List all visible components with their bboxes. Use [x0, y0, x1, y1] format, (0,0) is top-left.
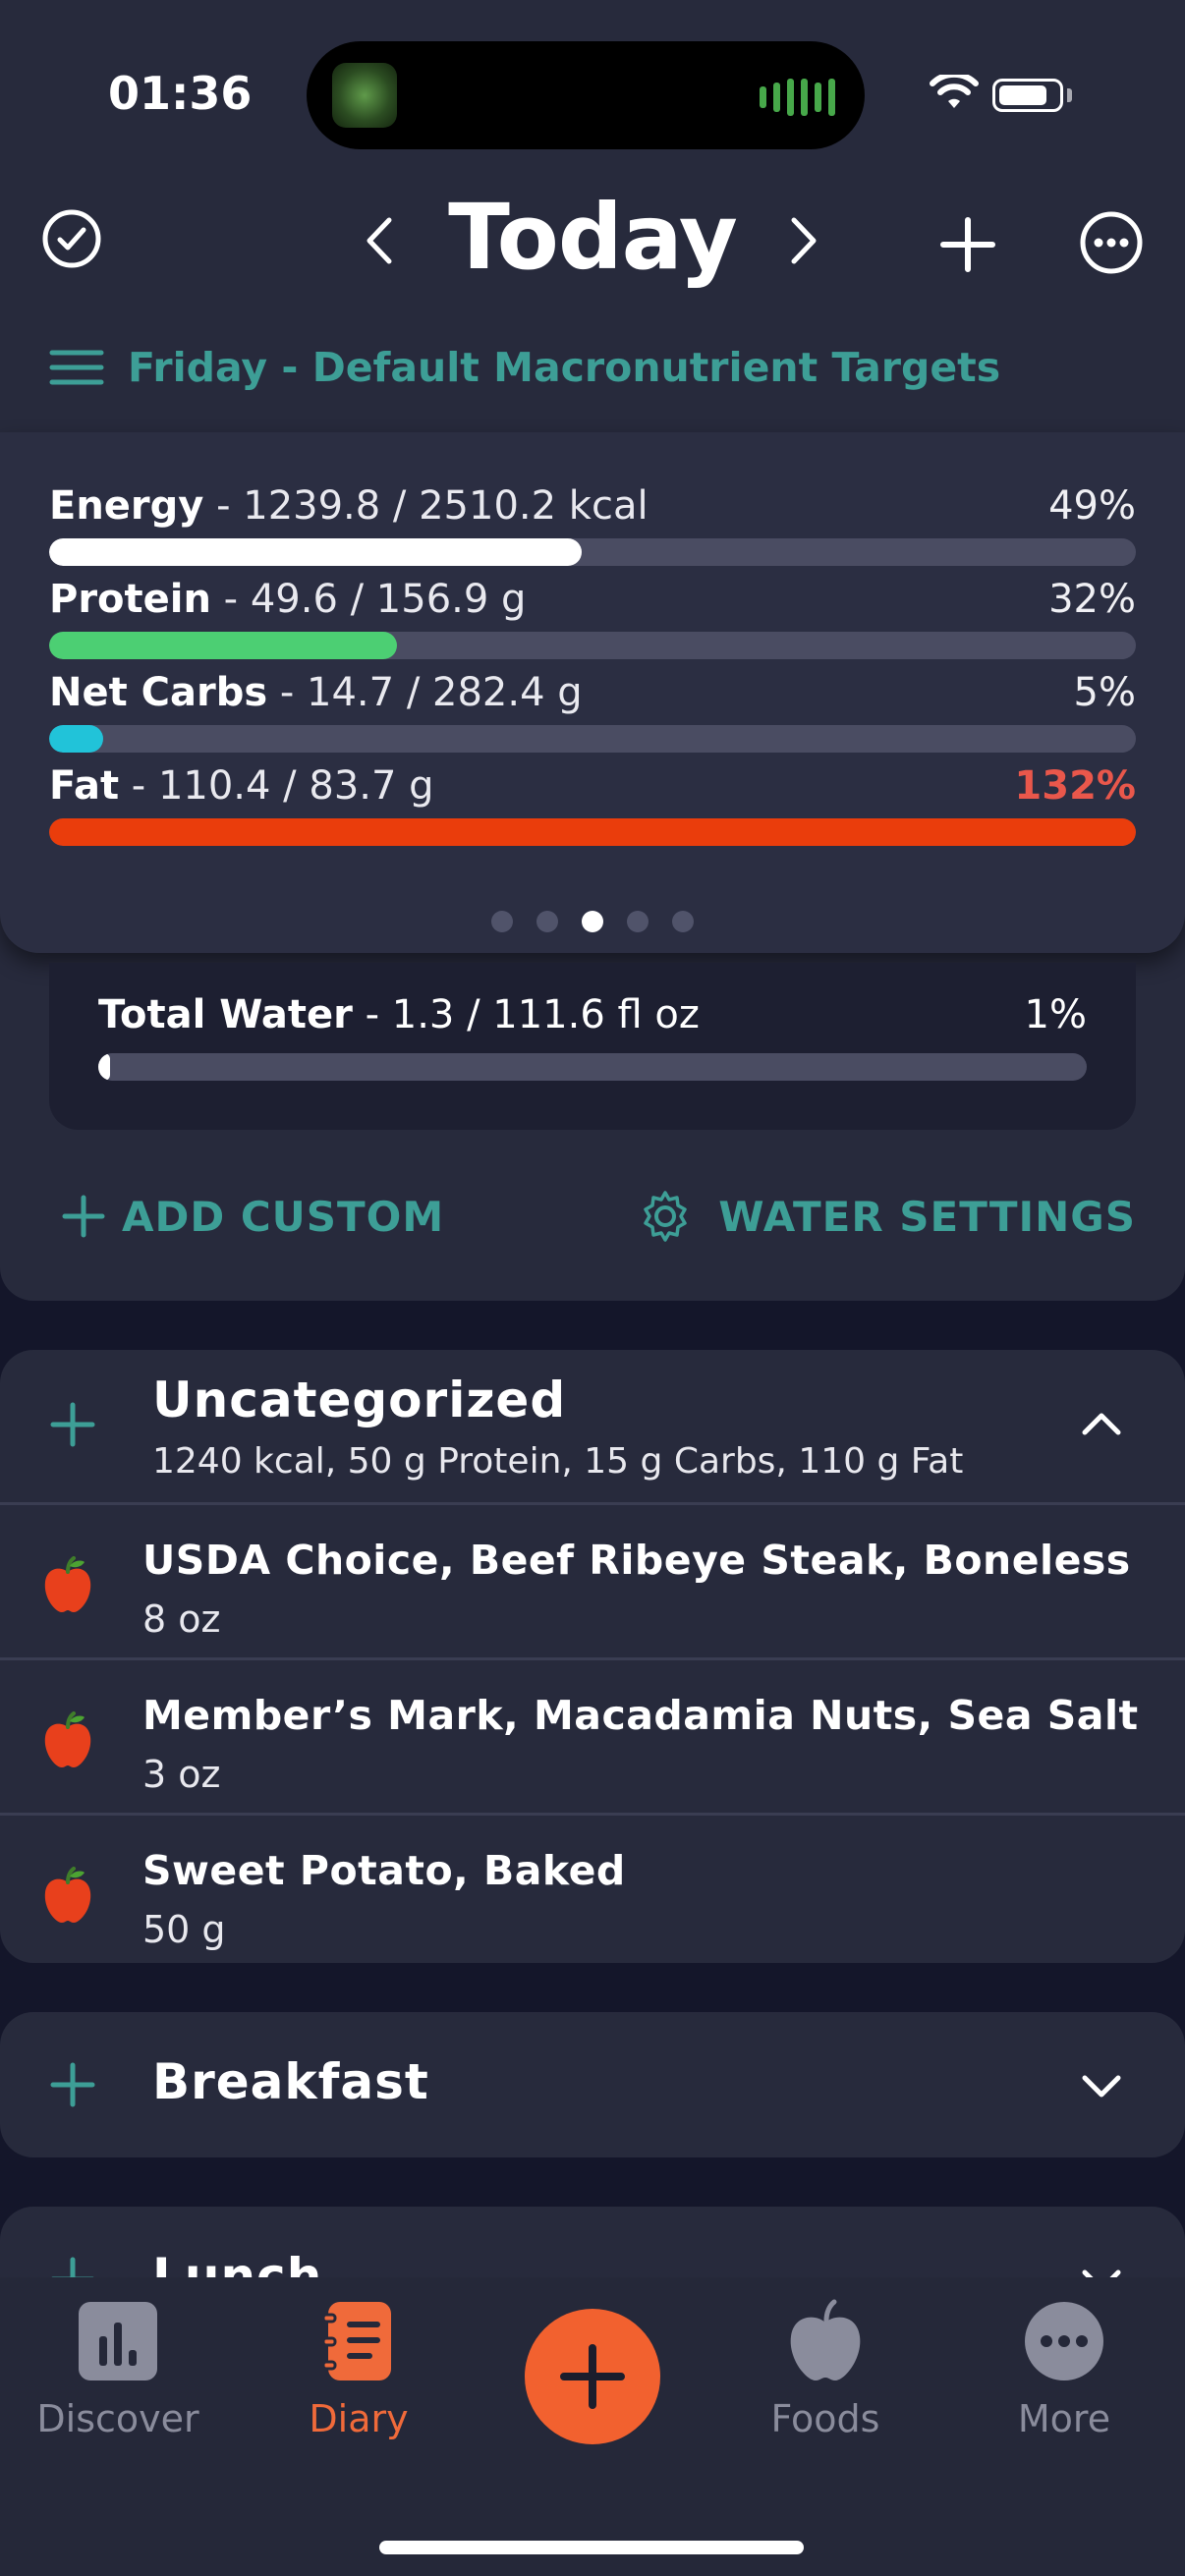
battery-tip [1067, 88, 1072, 102]
page-dot[interactable] [582, 911, 603, 932]
chevron-down-icon[interactable] [1079, 2071, 1124, 2100]
tab-label: Diary [309, 2397, 409, 2440]
food-quantity: 8 oz [142, 1597, 221, 1641]
food-name: Member’s Mark, Macadamia Nuts, Sea Salt [142, 1692, 1139, 1739]
macro-percent: 5% [1073, 670, 1136, 715]
add-to-section-icon[interactable] [49, 2061, 96, 2108]
page-dot[interactable] [672, 911, 694, 932]
progress-track [49, 632, 1136, 659]
dynamic-island [307, 41, 865, 149]
progress-fill [49, 725, 104, 753]
progress-fill [49, 632, 397, 659]
water-card[interactable]: Total Water - 1.3 / 111.6 fl oz 1% [49, 963, 1136, 1130]
diary-notebook-icon [322, 2302, 391, 2380]
food-entry[interactable]: USDA Choice, Beef Ribeye Steak, Boneless… [0, 1505, 1185, 1657]
food-entry[interactable]: Sweet Potato, Baked 50 g [0, 1816, 1185, 1968]
water-settings-label: WATER SETTINGS [718, 1192, 1136, 1241]
page-indicator[interactable] [0, 911, 1185, 932]
tab-diary[interactable]: Diary [241, 2299, 477, 2440]
more-options-icon[interactable] [1079, 210, 1144, 275]
gear-icon [644, 1191, 688, 1242]
more-dots-icon [1025, 2302, 1103, 2380]
page-dot[interactable] [627, 911, 649, 932]
macro-name: Protein [49, 577, 211, 622]
add-icon[interactable] [937, 214, 998, 275]
apple-icon [44, 1556, 91, 1612]
macro-name: Energy [49, 483, 204, 529]
battery-icon [992, 79, 1063, 112]
macro-detail: - 49.6 / 156.9 g [210, 577, 527, 622]
section-title: Breakfast [152, 2053, 429, 2110]
progress-track [49, 725, 1136, 753]
macro-percent: 49% [1048, 483, 1136, 529]
apple-icon [790, 2299, 861, 2380]
macro-detail: - 1239.8 / 2510.2 kcal [203, 483, 649, 529]
progress-track [49, 538, 1136, 566]
progress-fill [49, 538, 582, 566]
macro-row-energy: Energy - 1239.8 / 2510.2 kcal 49% [49, 483, 1136, 566]
home-indicator [379, 2541, 804, 2554]
water-progress-fill [98, 1053, 111, 1081]
progress-track [49, 818, 1136, 846]
water-percent: 1% [1024, 992, 1087, 1037]
food-quantity: 50 g [142, 1908, 226, 1951]
hamburger-menu-icon [49, 350, 104, 385]
section-uncategorized: Uncategorized 1240 kcal, 50 g Protein, 1… [0, 1350, 1185, 1963]
tab-foods[interactable]: Foods [707, 2299, 943, 2440]
macro-targets-card[interactable]: Energy - 1239.8 / 2510.2 kcal 49% Protein… [0, 432, 1185, 953]
tab-discover[interactable]: Discover [0, 2299, 236, 2440]
food-entry[interactable]: Member’s Mark, Macadamia Nuts, Sea Salt … [0, 1660, 1185, 1813]
macro-name: Fat [49, 763, 120, 809]
macro-row-fat: Fat - 110.4 / 83.7 g 132% [49, 763, 1136, 846]
tab-label: Discover [36, 2397, 199, 2440]
next-day-chevron-icon[interactable] [786, 214, 821, 267]
macro-row-net-carbs: Net Carbs - 14.7 / 282.4 g 5% [49, 670, 1136, 753]
macro-detail: - 14.7 / 282.4 g [267, 670, 583, 715]
section-breakfast[interactable]: Breakfast [0, 2012, 1185, 2157]
water-name: Total Water [98, 992, 353, 1037]
add-custom-button[interactable]: ADD CUSTOM [61, 1193, 444, 1241]
macro-detail: - 110.4 / 83.7 g [119, 763, 434, 809]
tab-label: Foods [770, 2397, 880, 2440]
page-dot[interactable] [491, 911, 513, 932]
progress-fill [49, 818, 1136, 846]
page-title: Today [448, 185, 738, 290]
page-dot[interactable] [536, 911, 558, 932]
macro-percent: 132% [1014, 763, 1136, 809]
live-activity-app-icon [332, 63, 397, 128]
apple-icon [44, 1711, 91, 1767]
macro-name: Net Carbs [49, 670, 268, 715]
apple-icon [44, 1867, 91, 1923]
tab-label: More [1017, 2397, 1111, 2440]
section-title: Uncategorized [152, 1372, 567, 1428]
status-time: 01:36 [108, 67, 253, 120]
quick-add-button[interactable] [525, 2309, 660, 2444]
water-settings-button[interactable]: WATER SETTINGS [638, 1189, 1136, 1244]
audio-waveform-icon [760, 79, 835, 116]
water-detail: - 1.3 / 111.6 fl oz [352, 992, 700, 1037]
food-quantity: 3 oz [142, 1753, 221, 1796]
targets-label: Friday - Default Macronutrient Targets [128, 344, 1001, 391]
macro-percent: 32% [1048, 577, 1136, 622]
section-summary: 1240 kcal, 50 g Protein, 15 g Carbs, 110… [152, 1441, 964, 1482]
bar-chart-icon [79, 2302, 157, 2380]
macro-row-protein: Protein - 49.6 / 156.9 g 32% [49, 577, 1136, 659]
chevron-up-icon[interactable] [1079, 1409, 1124, 1438]
add-to-section-icon[interactable] [49, 1401, 96, 1448]
targets-selector[interactable]: Friday - Default Macronutrient Targets [49, 344, 1000, 391]
water-progress-track [98, 1053, 1087, 1081]
food-name: USDA Choice, Beef Ribeye Steak, Boneless [142, 1537, 1131, 1584]
plus-icon [560, 2344, 625, 2409]
add-custom-label: ADD CUSTOM [122, 1192, 445, 1241]
wifi-icon [930, 75, 979, 108]
food-name: Sweet Potato, Baked [142, 1847, 626, 1894]
tab-more[interactable]: More [946, 2299, 1182, 2440]
plus-icon [62, 1195, 105, 1238]
section-header[interactable]: Uncategorized 1240 kcal, 50 g Protein, 1… [0, 1350, 1185, 1503]
